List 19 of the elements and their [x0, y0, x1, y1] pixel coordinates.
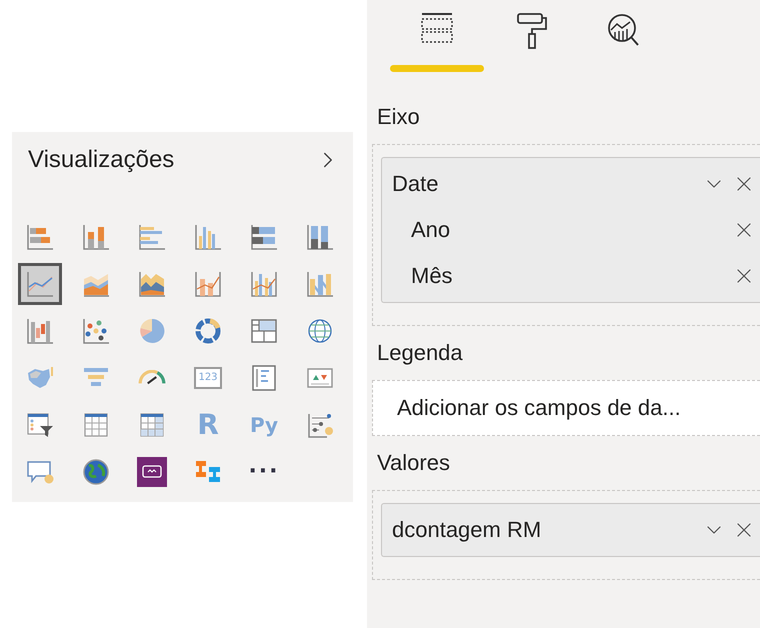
drop-zone-placeholder: Adicionar os campos de da...: [397, 395, 681, 420]
field-name: Date: [392, 171, 440, 197]
field-name: Mês: [411, 263, 454, 289]
well-label: Eixo: [377, 104, 421, 130]
well-label: Valores: [377, 450, 451, 476]
well-label: Legenda: [377, 340, 464, 366]
app-tile-icon: [137, 456, 167, 486]
drop-zone[interactable]: Adicionar os campos de da...: [372, 380, 760, 436]
field-name: dcontagem RM: [392, 517, 542, 543]
drop-zone[interactable]: dcontagem RM: [372, 490, 760, 580]
earth-globe-icon: [81, 456, 111, 486]
field-name: Ano: [411, 217, 452, 243]
donut-chart-icon: [193, 316, 223, 346]
panel-title: Visualizações: [28, 146, 174, 174]
drop-zone[interactable]: Date Ano Mês: [372, 144, 760, 326]
visual-type-button[interactable]: [18, 262, 62, 304]
more-visuals-button[interactable]: ···: [242, 450, 286, 492]
gauge-icon: [138, 370, 166, 385]
card-icon: 123: [194, 366, 222, 388]
